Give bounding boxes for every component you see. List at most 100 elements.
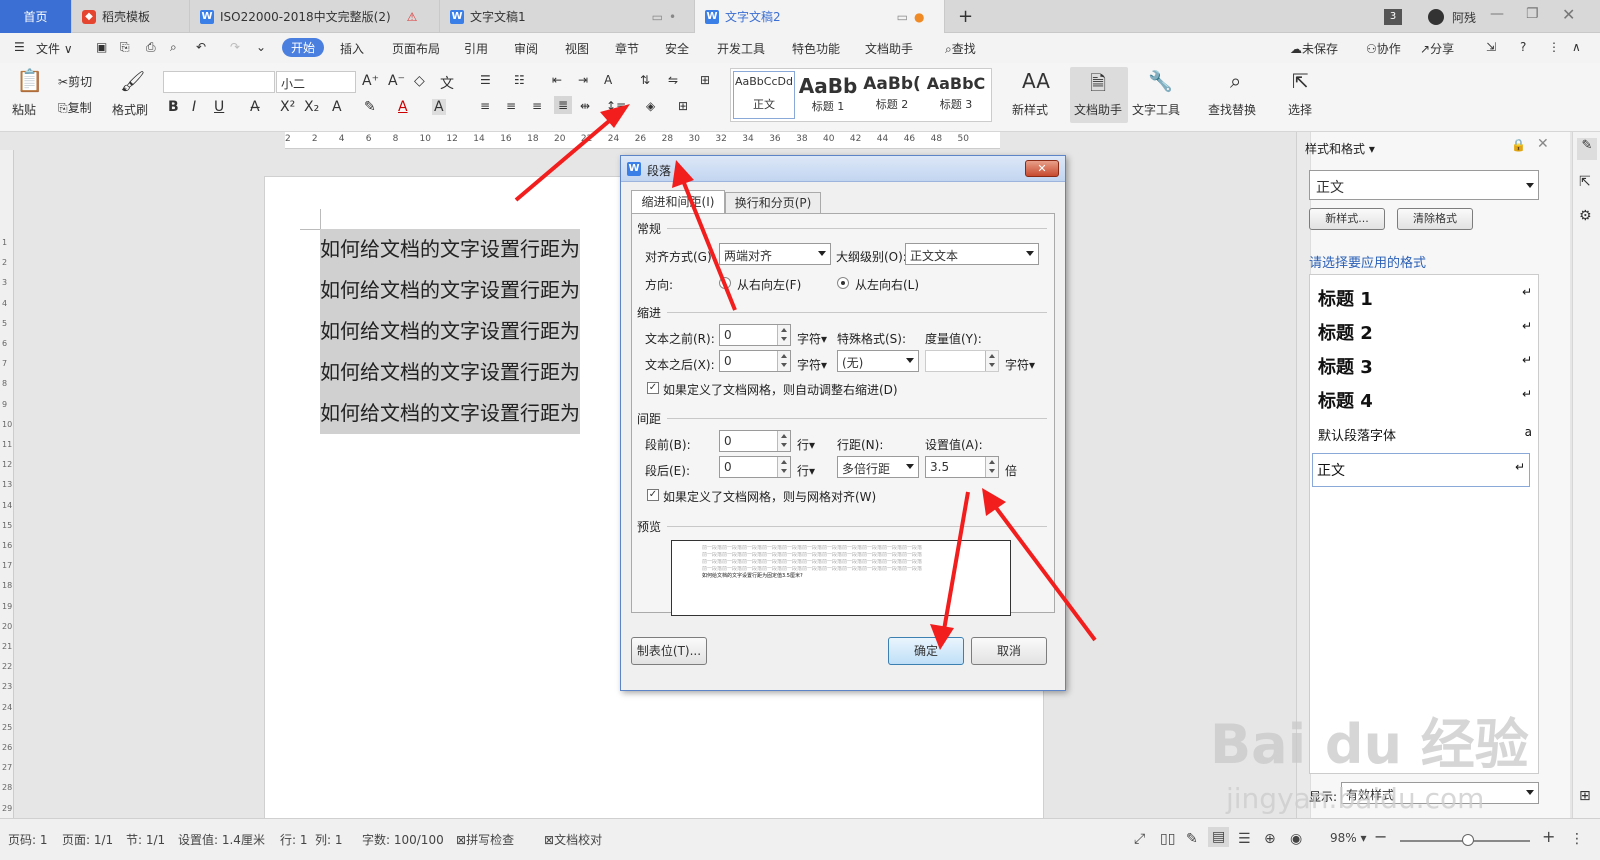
text-tools-button[interactable]: 文字工具: [1132, 101, 1180, 118]
style-list-item[interactable]: 标题 4 ↵: [1318, 383, 1536, 417]
status-col[interactable]: 列: 1: [315, 831, 343, 848]
collab-button[interactable]: ⚇协作: [1366, 40, 1401, 57]
zoom-level[interactable]: 98% ▾: [1330, 831, 1367, 845]
doc-assistant-button[interactable]: 🗎 文档助手: [1070, 67, 1128, 123]
status-row[interactable]: 行: 1: [280, 831, 308, 848]
write-mode-icon[interactable]: ✎: [1186, 831, 1198, 847]
quick-access-dropdown-icon[interactable]: ⌄: [256, 40, 266, 54]
export-icon[interactable]: ⎘: [120, 40, 130, 55]
phonetic-icon[interactable]: 文: [440, 73, 454, 93]
undo-icon[interactable]: ↶: [196, 40, 206, 54]
grid-icon[interactable]: ⊞: [1579, 788, 1591, 804]
outline-select[interactable]: 正文文本: [905, 243, 1039, 265]
style-list-item[interactable]: 标题 2 ↵: [1318, 315, 1536, 349]
ltr-radio[interactable]: [837, 277, 849, 289]
grid-indent-checkbox[interactable]: ✓: [647, 382, 659, 394]
wrench-icon[interactable]: 🔧: [1148, 69, 1173, 93]
status-more-icon[interactable]: ⋮: [1570, 831, 1584, 847]
select-button[interactable]: 选择: [1288, 101, 1312, 118]
pane-close-icon[interactable]: ✕: [1537, 136, 1549, 152]
status-page-num[interactable]: 页码: 1: [8, 831, 48, 848]
cut-button[interactable]: ✂剪切: [58, 73, 92, 90]
spinner-arrows-icon[interactable]: [985, 457, 998, 477]
style-list-item[interactable]: 标题 1 ↵: [1318, 281, 1536, 315]
grow-font-icon[interactable]: A⁺: [362, 73, 379, 89]
collapse-ribbon-icon[interactable]: ∧: [1572, 40, 1581, 54]
tab-iso-doc[interactable]: W ISO22000-2018中文完整版(2) ⚠: [190, 0, 440, 33]
read-mode-icon[interactable]: ▯▯: [1160, 831, 1175, 847]
space-after-spinner[interactable]: 0: [719, 456, 791, 478]
new-style-icon[interactable]: AA: [1022, 69, 1050, 93]
window-count-badge[interactable]: 3: [1384, 9, 1402, 25]
new-tab-button[interactable]: +: [948, 0, 978, 33]
menu-review[interactable]: 审阅: [514, 40, 538, 57]
border-icon[interactable]: ⊞: [678, 99, 688, 113]
find-replace-icon[interactable]: ⌕: [1230, 69, 1241, 93]
shading-icon[interactable]: ◈: [646, 99, 655, 113]
style-list-item[interactable]: 标题 3 ↵: [1318, 349, 1536, 383]
menu-doc-assistant[interactable]: 文档助手: [865, 40, 913, 57]
after-text-spinner[interactable]: 0: [719, 350, 791, 372]
paste-button[interactable]: 粘贴: [12, 101, 36, 118]
spinner-arrows-icon[interactable]: [777, 431, 790, 451]
spinner-arrows-icon[interactable]: [985, 351, 998, 371]
help-icon[interactable]: ?: [1520, 40, 1526, 54]
user-name[interactable]: 阿残: [1452, 9, 1476, 26]
redo-icon[interactable]: ↷: [230, 40, 240, 54]
spinner-arrows-icon[interactable]: [777, 351, 790, 371]
menu-file[interactable]: 文件 ∨: [36, 40, 73, 57]
menu-start[interactable]: 开始: [282, 38, 325, 57]
unit-line[interactable]: 行▾: [797, 436, 815, 453]
increase-indent-icon[interactable]: ⇥: [578, 73, 588, 87]
menu-references[interactable]: 引用: [464, 40, 488, 57]
style-heading3[interactable]: AaBbC 标题 3: [925, 71, 987, 119]
pane-title[interactable]: 样式和格式 ▾: [1305, 140, 1375, 157]
style-heading2[interactable]: AaBb(标题 2: [861, 71, 923, 119]
minimize-icon[interactable]: —: [1490, 6, 1504, 22]
strikethrough-icon[interactable]: A̶: [250, 99, 260, 115]
tab-docer-templates[interactable]: ◆ 稻壳模板: [72, 0, 190, 33]
tab-close-icon[interactable]: •: [669, 10, 676, 24]
close-window-icon[interactable]: ✕: [1562, 5, 1575, 24]
sliders-icon[interactable]: ⚙: [1579, 208, 1592, 224]
paste-icon[interactable]: 📋: [16, 69, 43, 94]
status-setting[interactable]: 设置值: 1.4厘米: [178, 831, 265, 848]
eye-protection-icon[interactable]: ◉: [1290, 831, 1302, 847]
document-line[interactable]: 如何给文档的文字设置行距为: [320, 270, 580, 311]
tab-indent-spacing[interactable]: 缩进和间距(I): [631, 190, 725, 214]
pointer-icon[interactable]: ⇱: [1579, 174, 1591, 190]
align-left-icon[interactable]: ≡: [480, 99, 490, 113]
rtl-radio[interactable]: [719, 277, 731, 289]
ok-button[interactable]: 确定: [888, 637, 964, 665]
font-name-select[interactable]: [163, 71, 275, 93]
chinese-layout-icon[interactable]: A: [604, 73, 612, 87]
pen-icon[interactable]: ✎: [1577, 138, 1597, 160]
cursor-select-icon[interactable]: ⇱: [1292, 69, 1309, 93]
align-select[interactable]: 两端对齐: [719, 243, 831, 265]
dialog-close-icon[interactable]: ✕: [1025, 160, 1059, 177]
menu-insert[interactable]: 插入: [340, 40, 364, 57]
shrink-font-icon[interactable]: A⁻: [388, 73, 405, 89]
menu-view[interactable]: 视图: [565, 40, 589, 57]
restore-icon[interactable]: ❐: [1526, 6, 1539, 22]
menu-chapter[interactable]: 章节: [615, 40, 639, 57]
show-marks-icon[interactable]: ⇋: [668, 73, 678, 87]
new-style-pane-button[interactable]: 新样式...: [1309, 208, 1385, 230]
numbered-list-icon[interactable]: ☷: [514, 73, 525, 87]
grid-align-label[interactable]: 如果定义了文档网格，则与网格对齐(W): [663, 488, 876, 505]
highlight-icon[interactable]: ✎: [364, 99, 376, 115]
print-icon[interactable]: ⎙: [146, 40, 156, 55]
vertical-ruler[interactable]: 1 2 3 4 5 6 7 8 9 10 11 12 13 14 15 16 17 18 19 20 21 22 23 24 2…: [0, 150, 14, 833]
style-heading1[interactable]: AaBb 标题 1: [797, 71, 859, 119]
share-button[interactable]: ↗分享: [1420, 40, 1454, 57]
tab-doc2[interactable]: W 文字文稿2 ▭ ●: [695, 0, 945, 33]
status-section[interactable]: 节: 1/1: [126, 831, 165, 848]
before-text-spinner[interactable]: 0: [719, 324, 791, 346]
ltr-label[interactable]: 从左向右(L): [855, 276, 919, 293]
underline-icon[interactable]: U: [214, 99, 224, 115]
font-color-icon[interactable]: A: [398, 99, 408, 115]
menu-page-layout[interactable]: 页面布局: [392, 40, 440, 57]
unit-line[interactable]: 行▾: [797, 462, 815, 479]
tab-line-page-breaks[interactable]: 换行和分页(P): [725, 192, 821, 214]
tab-home[interactable]: 首页: [0, 0, 72, 33]
